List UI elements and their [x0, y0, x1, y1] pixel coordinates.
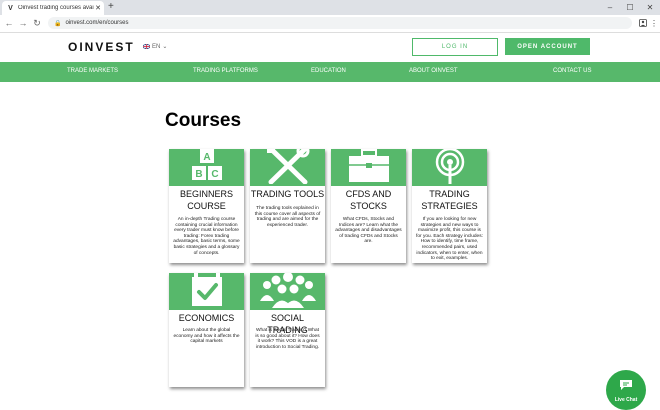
reload-icon[interactable]: ↻	[31, 17, 43, 29]
profile-icon[interactable]	[638, 18, 648, 28]
course-card-title: CFDS AND STOCKS	[345, 189, 392, 211]
course-card-image: A B C	[169, 149, 244, 186]
site-logo[interactable]: OINVEST	[68, 40, 135, 54]
back-icon[interactable]: ←	[3, 17, 15, 29]
calendar-check-icon	[187, 273, 227, 310]
address-bar: ← → ↻ 🔒 oinvest.com/en/courses ⋮	[0, 15, 660, 33]
course-card-title: TRADING TOOLS	[250, 189, 325, 199]
course-card-image	[169, 273, 244, 310]
abc-blocks-icon: A B C	[187, 149, 227, 186]
course-card-description: What CFDs, Stocks and Indices are? Learn…	[335, 217, 402, 245]
course-card-image	[250, 149, 325, 186]
live-chat-button[interactable]: Live Chat	[606, 370, 646, 410]
browser-tab-bar: V Oinvest trading courses availab... ✕ +…	[0, 0, 660, 15]
tools-icon	[263, 149, 313, 186]
course-card-image	[331, 149, 406, 186]
language-code: EN	[152, 43, 161, 50]
chevron-down-icon: ⌄	[162, 44, 168, 50]
course-card-cfds-stocks[interactable]: CFDS AND STOCKS What CFDs, Stocks and Ind…	[331, 149, 406, 263]
course-card-description: What is Social Trading? What is so good …	[255, 328, 320, 350]
favicon-icon: V	[8, 4, 13, 12]
minimize-icon[interactable]: –	[600, 0, 620, 15]
course-card-description: Learn about the global economy and how i…	[173, 328, 240, 345]
login-button[interactable]: LOG IN	[412, 38, 498, 56]
maximize-icon[interactable]: ☐	[620, 0, 640, 15]
open-account-button[interactable]: OPEN ACCOUNT	[505, 38, 590, 55]
url-text: oinvest.com/en/courses	[65, 20, 129, 26]
course-card-description: If you are looking for new strategies an…	[416, 217, 483, 262]
course-card-title: TRADING STRATEGIES	[421, 189, 478, 211]
briefcase-icon	[344, 149, 394, 186]
close-window-icon[interactable]: ✕	[640, 0, 660, 15]
new-tab-icon[interactable]: +	[108, 1, 114, 12]
svg-text:A: A	[203, 152, 210, 163]
page-title: Courses	[165, 110, 242, 131]
course-card-image	[412, 149, 487, 186]
course-card-image	[250, 273, 325, 310]
language-selector[interactable]: EN ⌄	[143, 43, 167, 50]
people-group-icon	[258, 273, 318, 310]
nav-trading-platforms[interactable]: TRADING PLATFORMS	[193, 68, 258, 74]
forward-icon[interactable]: →	[17, 17, 29, 29]
target-icon	[430, 149, 470, 186]
chat-bubble-icon	[619, 378, 633, 396]
course-card-trading-strategies[interactable]: TRADING STRATEGIES If you are looking for…	[412, 149, 487, 263]
url-field[interactable]: 🔒 oinvest.com/en/courses	[48, 17, 632, 29]
browser-tab[interactable]: V Oinvest trading courses availab... ✕	[2, 1, 104, 15]
nav-trade-markets[interactable]: TRADE MARKETS	[67, 68, 118, 74]
svg-text:B: B	[195, 169, 202, 180]
uk-flag-icon	[143, 44, 150, 49]
course-card-description: The trading tools explained in this cour…	[254, 206, 321, 228]
nav-about-oinvest[interactable]: ABOUT OINVEST	[409, 68, 458, 74]
svg-text:C: C	[211, 169, 218, 180]
tab-title: Oinvest trading courses availab...	[18, 5, 94, 11]
nav-education[interactable]: EDUCATION	[311, 68, 346, 74]
close-tab-icon[interactable]: ✕	[94, 4, 102, 12]
live-chat-label: Live Chat	[614, 396, 638, 403]
course-card-title: BEGINNERS COURSE	[179, 189, 233, 211]
lock-icon: 🔒	[54, 20, 62, 27]
browser-menu-icon[interactable]: ⋮	[650, 18, 658, 28]
course-card-beginners[interactable]: A B C BEGINNERS COURSE An in-depth Tradin…	[169, 149, 244, 263]
course-card-title: ECONOMICS	[178, 313, 235, 323]
course-card-trading-tools[interactable]: TRADING TOOLS The trading tools explaine…	[250, 149, 325, 263]
main-nav: TRADE MARKETS TRADING PLATFORMS EDUCATIO…	[0, 62, 660, 82]
course-card-social-trading[interactable]: SOCIAL TRADING What is Social Trading? W…	[250, 273, 325, 387]
course-card-economics[interactable]: ECONOMICS Learn about the global economy…	[169, 273, 244, 387]
nav-contact-us[interactable]: CONTACT US	[553, 68, 591, 74]
course-card-description: An in-depth Trading course containing cr…	[173, 217, 240, 256]
